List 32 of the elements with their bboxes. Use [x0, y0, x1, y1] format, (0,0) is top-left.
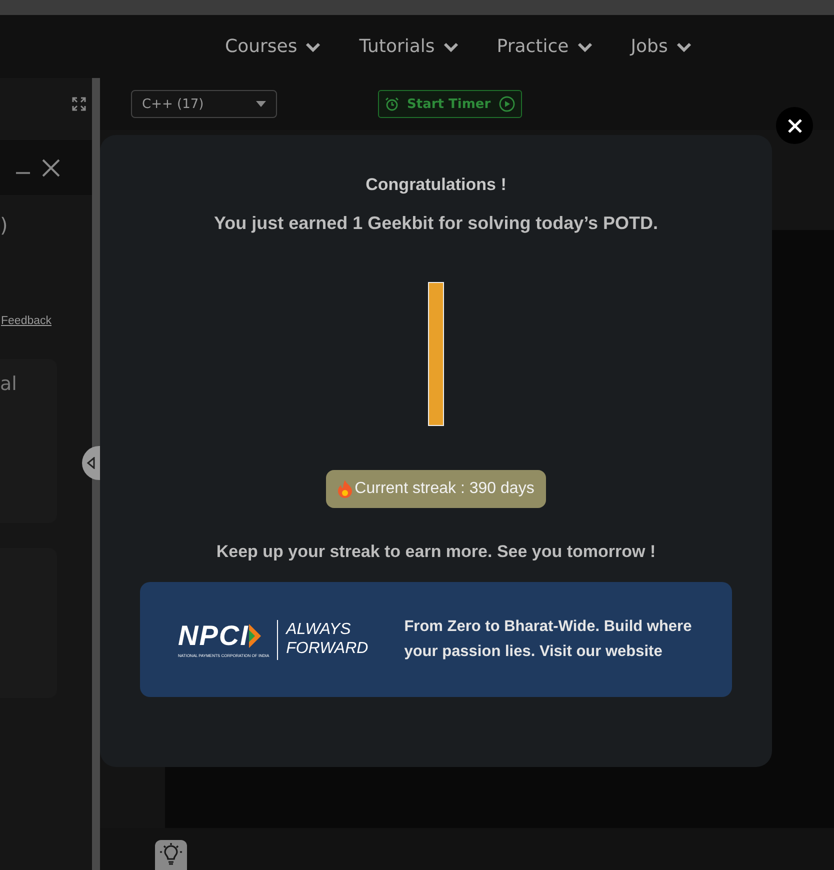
arrow-logo-icon: [248, 624, 261, 648]
nav-menu-item[interactable]: Courses: [225, 36, 322, 57]
modal-title: Congratulations !: [366, 175, 506, 195]
chevron-down-icon: [442, 40, 459, 52]
language-dropdown[interactable]: C++ (17): [131, 90, 277, 118]
chevron-down-icon: [305, 40, 322, 52]
close-icon[interactable]: [42, 158, 60, 176]
start-timer-button[interactable]: Start Timer: [378, 90, 522, 118]
card-text: al: [0, 373, 17, 395]
caret-icon: [256, 101, 266, 107]
alarm-clock-icon: [385, 97, 399, 111]
modal-message: You just earned 1 Geekbit for solving today’s POTD.: [214, 213, 658, 234]
hint-button[interactable]: [155, 840, 187, 870]
tagline-text: FORWARD: [286, 640, 368, 658]
chevron-down-icon: [576, 40, 593, 52]
ad-text: From Zero to Bharat-Wide. Build where your passion lies. Visit our website: [404, 616, 693, 662]
logo-text: NPCI: [178, 622, 261, 650]
play-circle-icon: [498, 96, 515, 112]
feedback-link[interactable]: Feedback: [1, 315, 52, 327]
chevron-down-icon: [676, 40, 692, 52]
nav-menu-item[interactable]: Jobs: [630, 36, 692, 57]
streak-text: Current streak : 390 days: [354, 480, 534, 498]
fire-icon: [338, 480, 352, 498]
modal-footer-text: Keep up your streak to earn more. See you tomorrow !: [216, 542, 656, 562]
lightbulb-icon: [159, 843, 183, 867]
tagline-text: ALWAYS: [286, 621, 352, 640]
heading-text: ): [0, 213, 9, 237]
triangle-left-icon: [86, 457, 96, 469]
nav-menu-item[interactable]: Tutorials: [359, 36, 459, 57]
close-icon: [786, 118, 802, 134]
expand-icon[interactable]: [72, 97, 86, 111]
nav-menu-item[interactable]: Practice: [496, 36, 593, 57]
